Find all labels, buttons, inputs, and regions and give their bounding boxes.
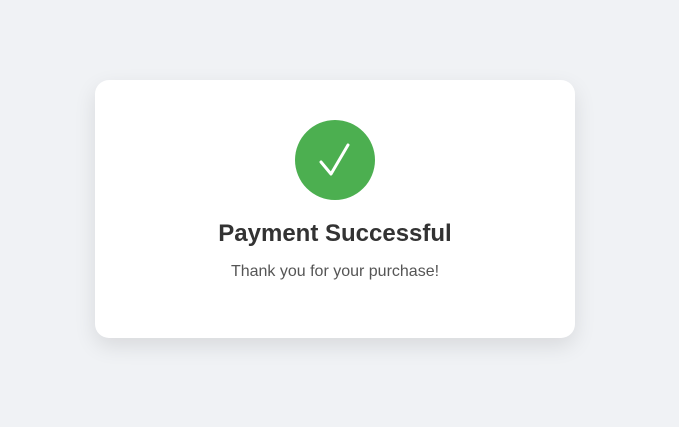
confirmation-message: Thank you for your purchase! [230,263,440,280]
success-badge [295,120,375,200]
payment-success-card: Payment Successful Thank you for your pu… [95,80,575,338]
check-icon [319,143,350,176]
page-title: Payment Successful [218,220,452,247]
